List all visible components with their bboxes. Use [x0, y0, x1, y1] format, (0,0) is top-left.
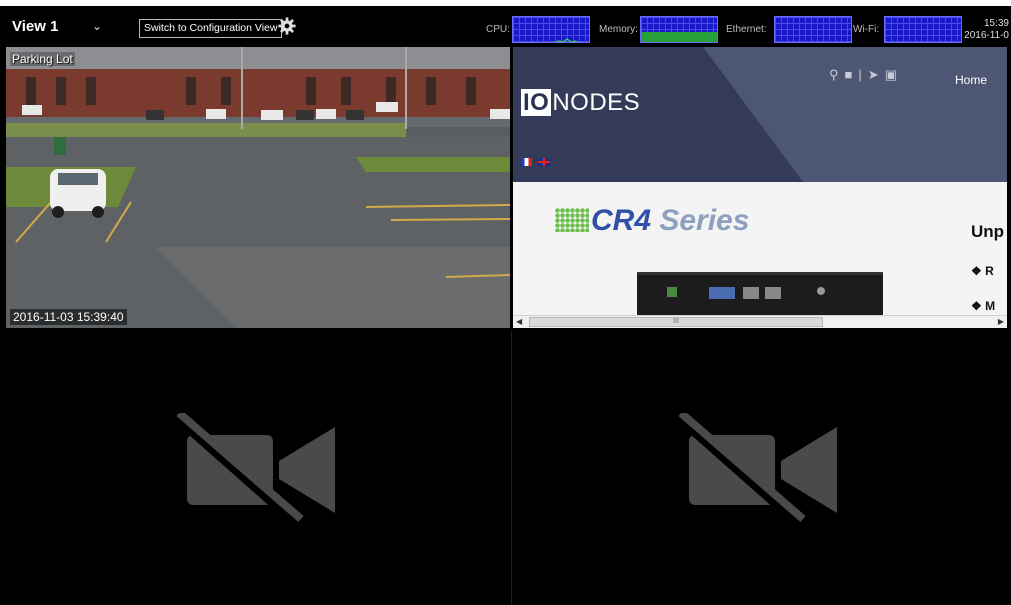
camera-feed-image — [6, 47, 510, 328]
wifi-graph — [884, 16, 962, 43]
clock-time: 15:39 — [983, 18, 1009, 29]
switch-to-configuration-button[interactable]: Switch to Configuration View — [139, 19, 283, 38]
nav-home-link[interactable]: Home — [955, 73, 987, 87]
web-bullet-1: ❖ R — [971, 264, 994, 278]
empty-tile-4[interactable] — [513, 331, 1007, 605]
camera-tile-parking-lot[interactable]: Parking Lot 2016-11-03 15:39:40 — [6, 47, 510, 328]
tile-divider — [511, 331, 512, 605]
web-bullet-2: ❖ M — [971, 299, 996, 313]
chevron-down-icon[interactable]: ⌄ — [92, 19, 102, 33]
gear-icon[interactable] — [278, 17, 296, 35]
clock-date: 2016-11-0 — [964, 30, 1009, 41]
ionodes-logo[interactable]: IO NODES — [521, 89, 640, 117]
camera-off-icon — [675, 413, 837, 523]
memory-label: Memory: — [599, 24, 638, 35]
empty-tile-3[interactable] — [6, 331, 510, 605]
lock-icon[interactable]: ■ — [845, 67, 859, 82]
scroll-left-arrow-icon[interactable]: ◀ — [516, 317, 522, 326]
view-selector-title[interactable]: View 1 — [12, 18, 58, 35]
scrollbar-thumb[interactable]: III — [529, 317, 823, 327]
english-flag-icon[interactable] — [538, 158, 550, 166]
web-page-tile[interactable]: IO NODES ⚲■|➤▣ Home CR4 Series Unp ❖ R ❖ … — [513, 47, 1007, 328]
cpu-graph — [512, 16, 590, 43]
memory-graph — [640, 16, 718, 43]
camera-timestamp: 2016-11-03 15:39:40 — [10, 309, 127, 325]
web-page-body: CR4 Series Unp ❖ R ❖ M — [513, 182, 1007, 322]
linkedin-icon[interactable]: ▣ — [885, 67, 903, 82]
divider-icon: | — [858, 67, 868, 82]
camera-off-icon — [173, 413, 335, 523]
product-logo-icon — [555, 208, 589, 232]
french-flag-icon[interactable] — [521, 158, 532, 166]
horizontal-scrollbar[interactable]: ◀ III ▶ — [513, 315, 1007, 328]
ethernet-graph — [774, 16, 852, 43]
camera-name-label: Parking Lot — [10, 52, 75, 66]
scroll-right-arrow-icon[interactable]: ▶ — [998, 317, 1004, 326]
wifi-label: Wi-Fi: — [853, 24, 880, 35]
ethernet-label: Ethernet: — [726, 24, 767, 35]
web-heading: Unp — [971, 222, 1005, 241]
social-icons: ⚲■|➤▣ — [829, 67, 903, 83]
twitter-icon[interactable]: ➤ — [868, 67, 885, 82]
language-flags — [521, 158, 550, 168]
clock: 15:39 2016-11-0 — [964, 18, 1009, 42]
web-page-header: IO NODES ⚲■|➤▣ Home — [513, 47, 1007, 182]
product-title: CR4 Series — [555, 204, 749, 238]
cpu-label: CPU: — [486, 24, 510, 35]
search-icon[interactable]: ⚲ — [829, 67, 845, 82]
top-bar: View 1 ⌄ Switch to Configuration View CP… — [0, 0, 1011, 46]
